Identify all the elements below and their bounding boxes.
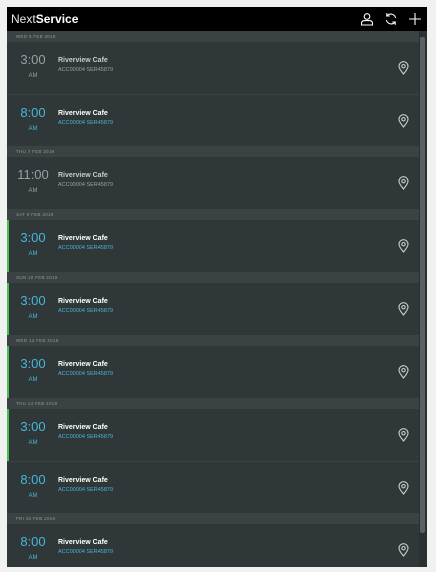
appointment-time: 3:00: [20, 356, 46, 371]
appointment-row[interactable]: 3:00 AM Riverview Cafe ACC00004 SER45879: [7, 409, 419, 461]
location-pin-icon[interactable]: [398, 543, 409, 557]
appointment-ampm: AM: [28, 493, 38, 499]
appointment-row[interactable]: 3:00 AM Riverview Cafe ACC00004 SER45879: [7, 42, 419, 94]
appointment-time: 11:00: [17, 167, 49, 182]
appointment-row[interactable]: 8:00 AM Riverview Cafe ACC00004 SER45879: [7, 94, 419, 146]
appointment-time: 3:00: [20, 52, 46, 67]
appointment-row[interactable]: 3:00 AM Riverview Cafe ACC00004 SER45879: [7, 346, 419, 398]
date-header: FRI 15 FEB 2019: [7, 513, 419, 524]
location-pin-icon[interactable]: [398, 239, 409, 253]
app-header: NextService: [7, 7, 427, 31]
job-reference: ACC00004 SER45879: [58, 487, 114, 493]
app-frame: NextService WED 6 FEB 2019 3:00 AM Rivervie…: [7, 7, 427, 567]
appointment-ampm: AM: [28, 126, 38, 132]
appointment-ampm: AM: [28, 555, 38, 561]
customer-name: Riverview Cafe: [58, 539, 108, 546]
appointment-time: 3:00: [20, 230, 46, 245]
date-header: WED 6 FEB 2019: [7, 31, 419, 42]
brand-part-next: Next: [11, 12, 36, 26]
brand-part-service: Service: [35, 12, 79, 26]
appointment-row[interactable]: 3:00 AM Riverview Cafe ACC00004 SER45879: [7, 283, 419, 335]
scrollbar-thumb[interactable]: [420, 37, 425, 533]
app-logo: NextService: [11, 11, 78, 27]
customer-name: Riverview Cafe: [58, 298, 108, 305]
appointment-time: 8:00: [20, 105, 46, 120]
job-reference: ACC00004 SER45879: [58, 245, 114, 251]
add-icon[interactable]: [407, 11, 423, 27]
appointment-ampm: AM: [28, 73, 38, 79]
customer-name: Riverview Cafe: [58, 477, 108, 484]
job-reference: ACC00004 SER45879: [58, 182, 114, 188]
date-header: THU 7 FEB 2019: [7, 146, 419, 157]
appointment-row[interactable]: 8:00 AM Riverview Cafe ACC00004 SER45879: [7, 524, 419, 567]
appointment-row[interactable]: 11:00 AM Riverview Cafe ACC00004 SER45879: [7, 157, 419, 209]
appointment-time: 3:00: [20, 293, 46, 308]
appointment-ampm: AM: [28, 440, 38, 446]
date-header: THU 14 FEB 2019: [7, 398, 419, 409]
job-reference: ACC00004 SER45879: [58, 371, 114, 377]
appointment-ampm: AM: [28, 188, 38, 194]
appointment-ampm: AM: [28, 377, 38, 383]
location-pin-icon[interactable]: [398, 302, 409, 316]
job-reference: ACC00004 SER45879: [58, 67, 114, 73]
customer-name: Riverview Cafe: [58, 110, 108, 117]
appointment-time: 8:00: [20, 472, 46, 487]
profile-icon[interactable]: [359, 11, 375, 27]
appointment-ampm: AM: [28, 314, 38, 320]
appointment-row[interactable]: 3:00 AM Riverview Cafe ACC00004 SER45879: [7, 220, 419, 272]
location-pin-icon[interactable]: [398, 365, 409, 379]
scrollbar[interactable]: [419, 31, 427, 567]
customer-name: Riverview Cafe: [58, 361, 108, 368]
customer-name: Riverview Cafe: [58, 424, 108, 431]
appointment-time: 3:00: [20, 419, 46, 434]
appointment-row[interactable]: 8:00 AM Riverview Cafe ACC00004 SER45879: [7, 461, 419, 513]
customer-name: Riverview Cafe: [58, 172, 108, 179]
appointment-time: 8:00: [20, 534, 46, 549]
sync-icon[interactable]: [383, 11, 399, 27]
job-reference: ACC00004 SER45879: [58, 120, 114, 126]
location-pin-icon[interactable]: [398, 481, 409, 495]
location-pin-icon[interactable]: [398, 114, 409, 128]
job-reference: ACC00004 SER45879: [58, 549, 114, 555]
customer-name: Riverview Cafe: [58, 57, 108, 64]
location-pin-icon[interactable]: [398, 61, 409, 75]
job-reference: ACC00004 SER45879: [58, 308, 114, 314]
location-pin-icon[interactable]: [398, 428, 409, 442]
job-reference: ACC00004 SER45879: [58, 434, 114, 440]
appointment-ampm: AM: [28, 251, 38, 257]
schedule-list[interactable]: WED 6 FEB 2019 3:00 AM Riverview Cafe ACC000…: [7, 31, 419, 567]
date-header: WED 13 FEB 2019: [7, 335, 419, 346]
date-header: SUN 10 FEB 2019: [7, 272, 419, 283]
location-pin-icon[interactable]: [398, 176, 409, 190]
date-header: SAT 9 FEB 2019: [7, 209, 419, 220]
customer-name: Riverview Cafe: [58, 235, 108, 242]
